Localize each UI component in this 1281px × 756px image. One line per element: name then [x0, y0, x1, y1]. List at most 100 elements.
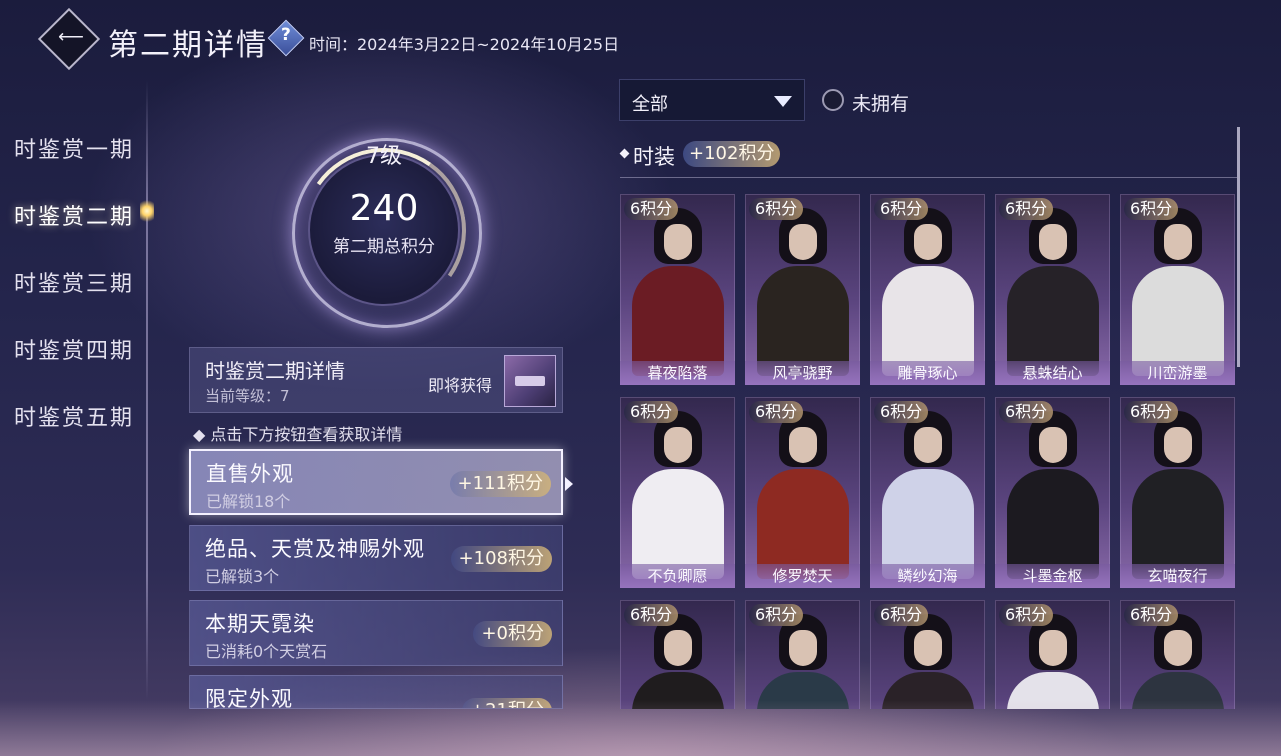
- outfit-card[interactable]: 6积分 暮夜陷落: [620, 194, 735, 385]
- unowned-radio[interactable]: [822, 89, 844, 111]
- outfit-card[interactable]: 6积分: [1120, 600, 1235, 709]
- outfit-figure: [1132, 266, 1224, 376]
- section-points-badge: +102积分: [683, 141, 781, 167]
- outfit-figure: [882, 469, 974, 579]
- character-face: [789, 224, 817, 260]
- category-title: 限定外观: [205, 687, 293, 709]
- outfit-card[interactable]: 6积分: [620, 600, 735, 709]
- nav-item-period-5[interactable]: 时鉴赏五期: [14, 400, 134, 432]
- outfit-figure: [632, 672, 724, 709]
- outfit-figure: [632, 469, 724, 579]
- outfit-grid: 6积分 暮夜陷落 6积分 风亭骁野 6积分 雕骨琢心 6积分 悬蛛结心 6积分 川峦游墨 6积分 不负…: [620, 194, 1240, 709]
- outfit-card[interactable]: 6积分雕骨琢心: [870, 194, 985, 385]
- outfit-figure: [1007, 469, 1099, 579]
- outfit-figure: [1132, 672, 1224, 709]
- outfit-points-badge: 6积分: [624, 604, 679, 626]
- header: ⟵ 第二期详情 ? 时间：2024年3月22日~2024年10月25日: [0, 0, 1281, 80]
- filter-selected-value: 全部: [632, 94, 668, 115]
- detail-title: 时鉴赏二期详情: [205, 359, 345, 383]
- category-direct-sale[interactable]: 直售外观 已解锁18个 +111积分: [189, 449, 563, 515]
- outfit-figure: [757, 469, 849, 579]
- outfit-card[interactable]: 6积分 悬蛛结心: [995, 194, 1110, 385]
- character-face: [1164, 224, 1192, 260]
- outfit-card[interactable]: 6积分: [870, 600, 985, 709]
- outfit-points-badge: 6积分: [749, 604, 804, 626]
- page-title: 第二期详情: [108, 28, 268, 63]
- outfit-points-badge: 6积分: [749, 198, 804, 220]
- category-title: 绝品、天赏及神赐外观: [205, 537, 425, 561]
- character-face: [1039, 427, 1067, 463]
- outfit-name: 鳞纱幻海: [870, 564, 985, 588]
- character-face: [1164, 630, 1192, 666]
- outfit-figure: [1132, 469, 1224, 579]
- outfit-name: 风亭骁野: [745, 361, 860, 385]
- outfit-card[interactable]: 6积分玄喵夜行: [1120, 397, 1235, 588]
- outfit-points-badge: 6积分: [1124, 401, 1179, 423]
- outfit-name: 玄喵夜行: [1120, 564, 1235, 588]
- upcoming-reward-thumbnail[interactable]: [504, 355, 556, 407]
- character-face: [1164, 427, 1192, 463]
- chevron-down-icon: [774, 96, 792, 107]
- help-button[interactable]: ?: [267, 19, 305, 57]
- outfit-points-badge: 6积分: [1124, 604, 1179, 626]
- outfit-figure: [757, 266, 849, 376]
- outfit-name: 雕骨琢心: [870, 361, 985, 385]
- selected-arrow-icon: [565, 477, 573, 491]
- period-detail-panel[interactable]: 时鉴赏二期详情 当前等级：7 即将获得: [189, 347, 563, 413]
- outfit-card[interactable]: 6积分: [995, 600, 1110, 709]
- outfit-card[interactable]: 6积分 川峦游墨: [1120, 194, 1235, 385]
- upcoming-reward-label: 即将获得: [428, 376, 493, 395]
- category-premium[interactable]: 绝品、天赏及神赐外观 已解锁3个 +108积分: [189, 525, 563, 591]
- outfit-card[interactable]: 6积分 斗墨金枢: [995, 397, 1110, 588]
- category-dye[interactable]: 本期天霓染 已消耗0个天赏石 +0积分: [189, 600, 563, 666]
- section-bullet-icon: [619, 148, 630, 159]
- category-points-badge: +108积分: [450, 546, 552, 572]
- current-level-text: 当前等级：7: [205, 387, 290, 405]
- outfit-figure: [1007, 266, 1099, 376]
- section-divider: [620, 177, 1237, 178]
- outfit-name: 斗墨金枢: [995, 564, 1110, 588]
- category-subtitle: 已解锁3个: [205, 567, 280, 586]
- character-face: [914, 224, 942, 260]
- outfit-card[interactable]: 6积分 不负卿愿: [620, 397, 735, 588]
- character-face: [1039, 224, 1067, 260]
- nav-divider: [146, 80, 148, 700]
- score-ring: 7级 240 第二期总积分: [284, 130, 484, 330]
- character-face: [664, 224, 692, 260]
- outfit-points-badge: 6积分: [874, 604, 929, 626]
- outfit-card[interactable]: 6积分 修罗焚天: [745, 397, 860, 588]
- outfit-figure: [882, 266, 974, 376]
- outfit-points-badge: 6积分: [1124, 198, 1179, 220]
- total-score-label: 第二期总积分: [333, 237, 435, 257]
- category-points-badge: +0积分: [473, 621, 552, 647]
- category-filter-select[interactable]: 全部: [619, 79, 805, 121]
- nav-item-period-1[interactable]: 时鉴赏一期: [14, 132, 134, 164]
- outfit-points-badge: 6积分: [999, 604, 1054, 626]
- outfit-card[interactable]: 6积分: [745, 600, 860, 709]
- outfit-figure: [1007, 672, 1099, 709]
- nav-item-period-2[interactable]: 时鉴赏二期: [14, 199, 134, 231]
- outfit-card[interactable]: 6积分 鳞纱幻海: [870, 397, 985, 588]
- character-face: [664, 630, 692, 666]
- nav-item-period-4[interactable]: 时鉴赏四期: [14, 333, 134, 365]
- back-button[interactable]: ⟵: [37, 7, 101, 71]
- outfit-name: 修罗焚天: [745, 564, 860, 588]
- outfit-name: 暮夜陷落: [620, 361, 735, 385]
- active-indicator-star-icon: [140, 197, 154, 225]
- category-limited[interactable]: 限定外观 +21积分: [189, 675, 563, 709]
- unowned-label[interactable]: 未拥有: [852, 89, 909, 116]
- outfit-points-badge: 6积分: [874, 198, 929, 220]
- category-subtitle: 已解锁18个: [206, 492, 291, 511]
- outfit-card[interactable]: 6积分风亭骁野: [745, 194, 860, 385]
- outfit-name: 悬蛛结心: [995, 361, 1110, 385]
- level-text: 7级: [366, 144, 402, 169]
- outfit-figure: [632, 266, 724, 376]
- help-icon: ?: [281, 25, 291, 46]
- nav-item-period-3[interactable]: 时鉴赏三期: [14, 266, 134, 298]
- outfit-name: 不负卿愿: [620, 564, 735, 588]
- character-face: [1039, 630, 1067, 666]
- character-face: [914, 630, 942, 666]
- category-points-badge: +21积分: [462, 698, 552, 708]
- category-title: 本期天霓染: [205, 612, 315, 636]
- character-face: [789, 427, 817, 463]
